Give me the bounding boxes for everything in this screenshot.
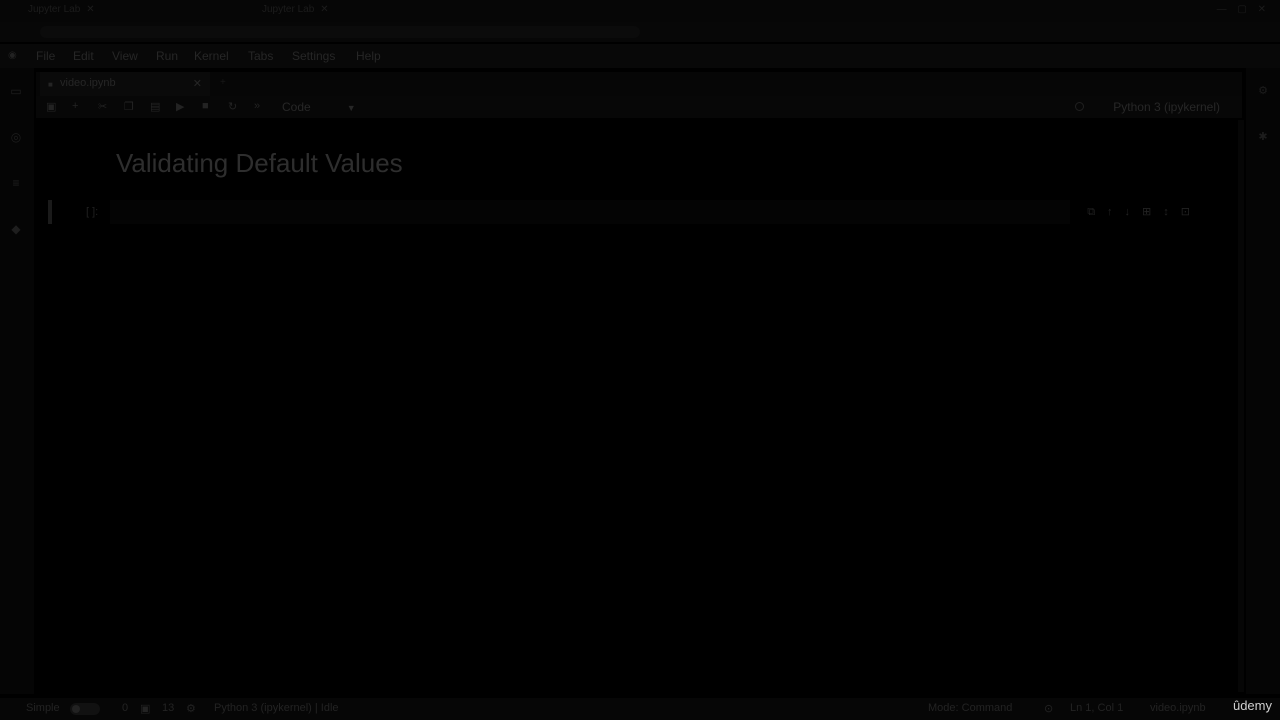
simple-mode-label: Simple (26, 702, 60, 714)
run-icon[interactable]: ▶ (176, 100, 184, 113)
paste-icon[interactable]: ▤ (150, 100, 160, 113)
menubar: ◉ File Edit View Run Kernel Tabs Setting… (0, 44, 1280, 68)
browser-tab[interactable]: Jupyter Lab ✕ (28, 4, 95, 18)
left-sidebar: ▭ ◎ ≡ ◆ (0, 68, 34, 694)
menu-help[interactable]: Help (356, 49, 381, 63)
close-icon[interactable]: ✕ (86, 4, 94, 15)
terminal-count[interactable]: 0 (122, 702, 128, 714)
menu-edit[interactable]: Edit (73, 49, 94, 63)
extension-icon[interactable]: ◆ (9, 222, 23, 236)
copy-icon[interactable]: ❐ (124, 100, 134, 113)
cut-icon[interactable]: ✂ (98, 100, 107, 113)
browser-tab-strip: Jupyter Lab ✕ Jupyter Lab ✕ — ▢ ✕ (0, 0, 1280, 22)
folder-icon[interactable]: ▭ (9, 84, 23, 98)
address-bar (0, 22, 1280, 42)
notebook-icon: ■ (48, 80, 53, 89)
menu-file[interactable]: File (36, 49, 55, 63)
debugger-icon[interactable]: ✱ (1257, 130, 1269, 143)
document-tab-bar: ■ video.ipynb ✕ + (36, 72, 1242, 96)
kernel-name[interactable]: Python 3 (ipykernel) (1113, 100, 1220, 114)
property-inspector-icon[interactable]: ⚙ (1257, 84, 1269, 97)
code-cell[interactable]: [ ]: ⧉↑↓⊞↕⊡ (46, 200, 1216, 226)
edit-mode-text: Mode: Command (928, 702, 1013, 714)
cell-type-select[interactable]: Code ▼ (282, 100, 356, 114)
scrollbar[interactable] (1238, 120, 1244, 692)
notebook-toolbar: ▣ + ✂ ❐ ▤ ▶ ■ ↻ » Code ▼ Python 3 (ipyker… (36, 96, 1242, 118)
save-icon[interactable]: ▣ (46, 100, 56, 113)
menu-view[interactable]: View (112, 49, 138, 63)
add-tab-icon[interactable]: + (220, 77, 226, 88)
terminal-icon: ▣ (140, 703, 151, 715)
cell-collapser[interactable] (48, 200, 52, 224)
markdown-heading[interactable]: Validating Default Values (116, 148, 403, 179)
close-icon[interactable]: ✕ (193, 77, 202, 90)
menu-settings[interactable]: Settings (292, 49, 335, 63)
window-controls[interactable]: — ▢ ✕ (1217, 4, 1270, 15)
gear-icon: ⚙ (186, 703, 196, 715)
fast-forward-icon[interactable]: » (254, 100, 260, 112)
notebook-tab-title: video.ipynb (60, 77, 116, 89)
menu-run[interactable]: Run (156, 49, 178, 63)
cell-editor[interactable] (110, 200, 1070, 224)
simple-mode-toggle[interactable] (70, 703, 100, 715)
running-icon[interactable]: ◎ (9, 130, 23, 144)
close-icon[interactable]: ✕ (320, 4, 328, 15)
status-bar: Simple 0 ▣ 13 ⚙ Python 3 (ipykernel) | I… (0, 698, 1280, 720)
notebook-area: Validating Default Values [ ]: ⧉↑↓⊞↕⊡ (36, 118, 1240, 692)
udemy-watermark: ûdemy (1232, 698, 1272, 713)
notebook-tab[interactable]: ■ video.ipynb ✕ (40, 72, 210, 96)
chevron-down-icon: ▼ (346, 103, 356, 113)
menu-kernel[interactable]: Kernel (194, 49, 229, 63)
menu-tabs[interactable]: Tabs (248, 49, 273, 63)
browser-tab[interactable]: Jupyter Lab ✕ (262, 4, 329, 18)
right-sidebar: ⚙ ✱ (1246, 68, 1280, 694)
url-field[interactable] (40, 26, 640, 38)
cursor-position[interactable]: Ln 1, Col 1 (1070, 702, 1123, 714)
cell-toolbar[interactable]: ⧉↑↓⊞↕⊡ (1087, 205, 1202, 219)
jupyter-logo-icon: ◉ (8, 50, 17, 61)
kernel-count[interactable]: 13 (162, 702, 174, 714)
restart-icon[interactable]: ↻ (228, 100, 237, 113)
kernel-status-icon (1075, 102, 1084, 111)
list-icon[interactable]: ≡ (9, 176, 23, 190)
bell-icon[interactable]: ⊙ (1044, 702, 1053, 715)
add-cell-icon[interactable]: + (72, 100, 78, 112)
file-name: video.ipynb (1150, 702, 1206, 714)
kernel-status-text[interactable]: Python 3 (ipykernel) | Idle (214, 702, 339, 714)
cell-prompt: [ ]: (86, 206, 99, 218)
stop-icon[interactable]: ■ (202, 100, 209, 112)
